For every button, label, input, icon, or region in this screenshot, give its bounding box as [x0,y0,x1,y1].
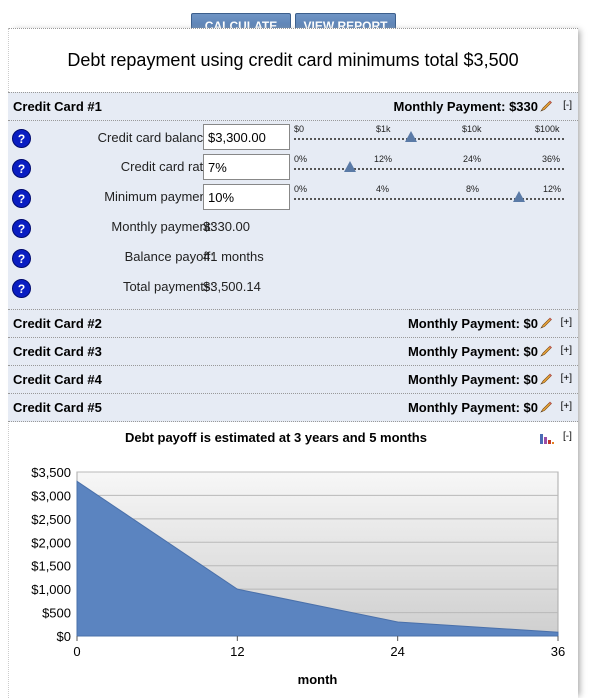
credit-card-2-header[interactable]: Credit Card #2 Monthly Payment: $0 [+] [8,310,578,338]
collapse-toggle[interactable]: [-] [563,100,572,111]
help-icon[interactable]: ? [12,249,31,268]
pencil-icon[interactable] [539,316,553,330]
expand-toggle[interactable]: [+] [561,373,572,384]
balance-slider[interactable]: $0 $1k $10k $100k [294,124,564,154]
help-icon[interactable]: ? [12,129,31,148]
balance-label: Credit card balance: [97,130,214,145]
slider-tick: $100k [535,124,560,134]
balance-payoff-label: Balance payoff: [124,249,214,264]
expand-toggle[interactable]: [+] [561,345,572,356]
slider-tick: 12% [543,184,562,194]
slider-tick: $10k [462,124,482,134]
chart-collapse-toggle[interactable]: [-] [563,431,572,442]
minimum-slider[interactable]: 0% 4% 8% 12% [294,184,564,214]
rate-input[interactable] [203,154,290,180]
total-payments-value: $3,500.14 [203,279,261,294]
pencil-icon[interactable] [539,400,553,414]
monthly-payment-header: Monthly Payment: $0 [407,344,538,359]
rate-label: Credit card rate: [120,159,214,174]
monthly-payment-header: Monthly Payment: $0 [407,372,538,387]
slider-track[interactable] [294,168,564,170]
pencil-icon[interactable] [539,344,553,358]
help-icon[interactable]: ? [12,219,31,238]
pencil-icon[interactable] [539,99,553,113]
page-title: Debt repayment using credit card minimum… [67,50,519,70]
help-icon[interactable]: ? [12,159,31,178]
minimum-input[interactable] [203,184,290,210]
balance-input[interactable] [203,124,290,150]
minimum-label: Minimum payment: [104,189,214,204]
card-name: Credit Card #5 [13,400,102,415]
slider-tick: 8% [466,184,480,194]
credit-card-5-header[interactable]: Credit Card #5 Monthly Payment: $0 [+] [8,394,578,422]
chart-title: Debt payoff is estimated at 3 years and … [125,430,427,445]
balance-payoff-value: 41 months [203,249,264,264]
monthly-payment-label: Monthly payment: [111,219,214,234]
credit-card-3-header[interactable]: Credit Card #3 Monthly Payment: $0 [+] [8,338,578,366]
rate-slider[interactable]: 0% 12% 24% 36% [294,154,564,184]
slider-tick: 0% [294,184,308,194]
slider-tick: 12% [374,154,393,164]
credit-card-4-header[interactable]: Credit Card #4 Monthly Payment: $0 [+] [8,366,578,394]
slider-tick: 0% [294,154,308,164]
monthly-payment-value: $330.00 [203,219,250,234]
slider-tick: 24% [463,154,482,164]
slider-tick: 4% [376,184,390,194]
total-payments-label: Total payments: [122,279,214,294]
credit-card-1-header[interactable]: Credit Card #1 Monthly Payment: $330 [-] [8,93,578,121]
slider-thumb[interactable] [344,161,357,172]
card-name: Credit Card #4 [13,372,102,387]
slider-thumb[interactable] [404,131,417,142]
monthly-payment-header: Monthly Payment: $330 [393,99,539,114]
card-name: Credit Card #3 [13,344,102,359]
card-name: Credit Card #1 [13,99,102,114]
help-icon[interactable]: ? [12,189,31,208]
monthly-payment-header: Monthly Payment: $0 [407,316,538,331]
slider-tick: 36% [542,154,561,164]
slider-track[interactable] [294,138,564,140]
bar-chart-icon[interactable] [539,432,555,444]
help-icon[interactable]: ? [12,279,31,298]
expand-toggle[interactable]: [+] [561,401,572,412]
card-name: Credit Card #2 [13,316,102,331]
slider-tick: $1k [376,124,391,134]
monthly-payment-header: Monthly Payment: $0 [407,400,538,415]
slider-thumb[interactable] [513,191,526,202]
pencil-icon[interactable] [539,372,553,386]
slider-tick: $0 [294,124,305,134]
expand-toggle[interactable]: [+] [561,317,572,328]
